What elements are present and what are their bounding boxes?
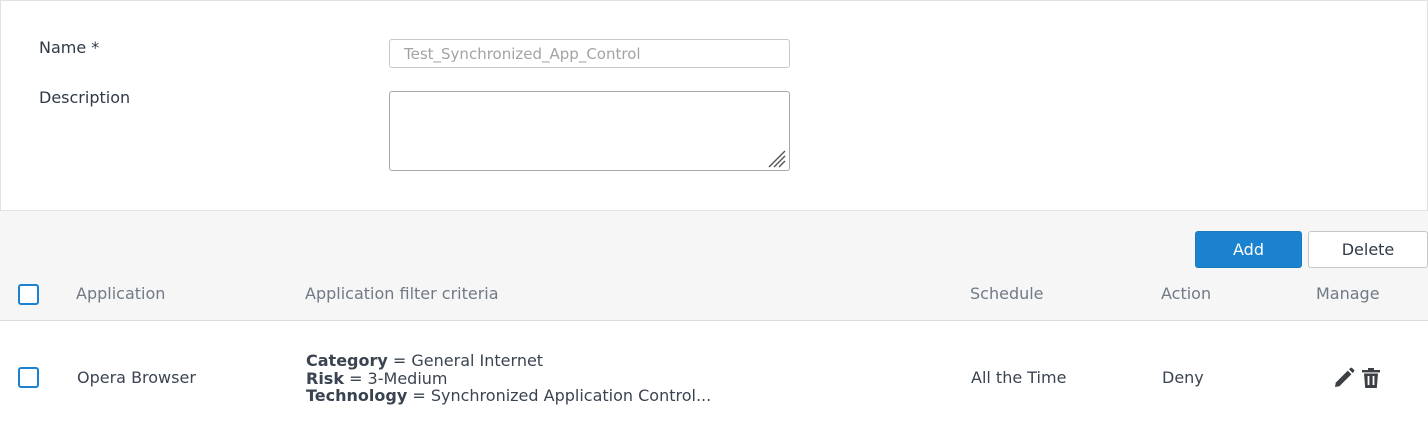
row-action: Deny <box>1162 368 1204 387</box>
column-header-action: Action <box>1161 284 1212 303</box>
delete-icon[interactable] <box>1359 366 1383 390</box>
column-header-manage: Manage <box>1316 284 1380 303</box>
table-row <box>0 320 1428 434</box>
description-label: Description <box>39 88 131 107</box>
criteria-key: Category <box>306 351 388 370</box>
row-checkbox[interactable] <box>18 367 39 388</box>
criteria-value: = Synchronized Application Control... <box>412 386 712 405</box>
column-header-application: Application <box>76 284 166 303</box>
select-all-checkbox[interactable] <box>18 284 39 305</box>
add-button[interactable]: Add <box>1195 231 1302 268</box>
criteria-key: Risk <box>306 368 344 388</box>
criteria-line-risk: Risk = 3-Medium <box>306 368 711 388</box>
rule-form-panel: Name * Description <box>0 0 1428 211</box>
column-header-schedule: Schedule <box>970 284 1044 303</box>
name-input[interactable] <box>389 39 790 68</box>
edit-icon[interactable] <box>1332 366 1356 390</box>
row-filter-criteria: Category = General Internet Risk = 3-Med… <box>306 352 711 405</box>
name-label: Name * <box>39 38 100 57</box>
delete-button[interactable]: Delete <box>1308 231 1428 268</box>
column-header-criteria: Application filter criteria <box>305 284 499 303</box>
row-schedule: All the Time <box>971 368 1067 387</box>
row-application: Opera Browser <box>77 368 196 387</box>
criteria-line-technology: Technology = Synchronized Application Co… <box>306 387 711 405</box>
criteria-line-category: Category = General Internet <box>306 352 711 370</box>
resize-grip-icon[interactable] <box>765 147 787 169</box>
criteria-value: = 3-Medium <box>349 368 448 388</box>
description-textarea[interactable] <box>389 91 790 171</box>
criteria-value: = General Internet <box>392 351 544 370</box>
criteria-key: Technology <box>306 386 408 405</box>
